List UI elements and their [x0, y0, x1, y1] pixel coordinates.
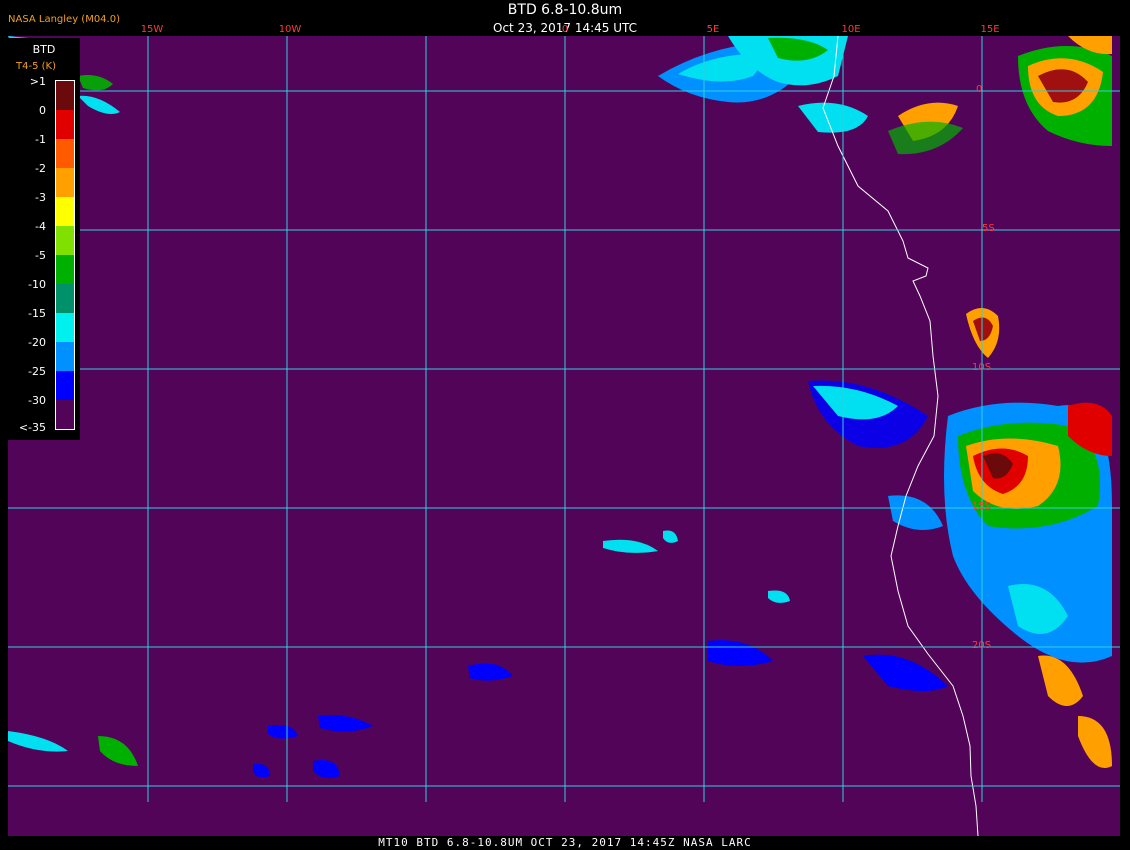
cloud-patch	[78, 95, 120, 114]
legend-level: -30	[28, 394, 46, 407]
legend-swatch	[56, 139, 74, 168]
satellite-map: 0 5S 10S 15S 20S	[8, 36, 1120, 836]
legend-level: -20	[28, 336, 46, 349]
legend-swatch	[56, 110, 74, 139]
legend-level: -4	[35, 220, 46, 233]
legend-level: -2	[35, 162, 46, 175]
cloud-patch	[98, 736, 138, 766]
cloud-patch	[1078, 716, 1112, 768]
legend-level: -3	[35, 191, 46, 204]
lat-label-10s: 10S	[972, 362, 992, 373]
legend-swatch	[56, 313, 74, 342]
lat-label-20s: 20S	[972, 640, 992, 651]
legend-swatch	[56, 342, 74, 371]
legend-swatch	[56, 81, 74, 110]
legend-swatch	[56, 197, 74, 226]
legend-level: -10	[28, 278, 46, 291]
legend-swatch	[56, 371, 74, 400]
legend-swatch	[56, 168, 74, 197]
legend-level: -15	[28, 307, 46, 320]
legend-swatch	[56, 255, 74, 284]
cloud-patch	[313, 760, 340, 779]
legend-swatch	[56, 400, 74, 429]
legend-level: 0	[39, 104, 46, 117]
legend-level: -5	[35, 249, 46, 262]
color-legend: BTD T4-5 (K) >1 0 -1 -2 -3 -4 -5 -10 -15…	[8, 38, 80, 440]
lon-label-15e: 15E	[980, 24, 1000, 35]
legend-level: <-35	[18, 421, 46, 434]
lat-label-5s: 5S	[982, 223, 995, 234]
cloud-patch	[768, 590, 790, 603]
cloud-patch	[78, 75, 113, 91]
cloud-patch	[253, 763, 270, 778]
legend-title: BTD	[32, 43, 56, 56]
legend-color-bar	[55, 80, 75, 430]
cloud-patch	[603, 539, 658, 553]
cloud-patch	[888, 495, 943, 530]
legend-swatch	[56, 226, 74, 255]
legend-swatch	[56, 284, 74, 313]
map-layers	[8, 36, 1120, 836]
lon-label-15w: 15W	[140, 24, 164, 35]
cloud-patch	[863, 654, 948, 691]
cloud-patch	[268, 725, 298, 739]
cloud-patch	[468, 663, 513, 681]
footer-caption: MT10 BTD 6.8-10.8UM OCT 23, 2017 14:45Z …	[378, 836, 752, 849]
image-title: BTD 6.8-10.8um	[507, 2, 623, 18]
cloud-patch	[318, 715, 373, 732]
legend-subtitle: T4-5 (K)	[16, 61, 56, 72]
lat-label-0: 0	[976, 84, 983, 95]
cloud-patch	[663, 530, 678, 543]
cloud-patch	[798, 102, 868, 133]
cloud-layer	[8, 36, 1112, 779]
cloud-patch	[1038, 655, 1083, 706]
cloud-patch	[888, 121, 963, 155]
legend-level: >1	[29, 75, 46, 88]
lon-label-0: 0	[561, 24, 569, 35]
legend-level: -25	[28, 365, 46, 378]
header-bar: NASA Langley (M04.0) BTD 6.8-10.8um Oct …	[0, 0, 1130, 36]
lon-label-10e: 10E	[841, 24, 861, 35]
legend-level: -1	[35, 133, 46, 146]
cloud-patch	[8, 731, 68, 752]
lon-label-10w: 10W	[278, 24, 302, 35]
lon-label-5e: 5E	[706, 24, 720, 35]
cloud-patch	[708, 640, 773, 666]
lat-label-15s: 15S	[972, 501, 992, 512]
